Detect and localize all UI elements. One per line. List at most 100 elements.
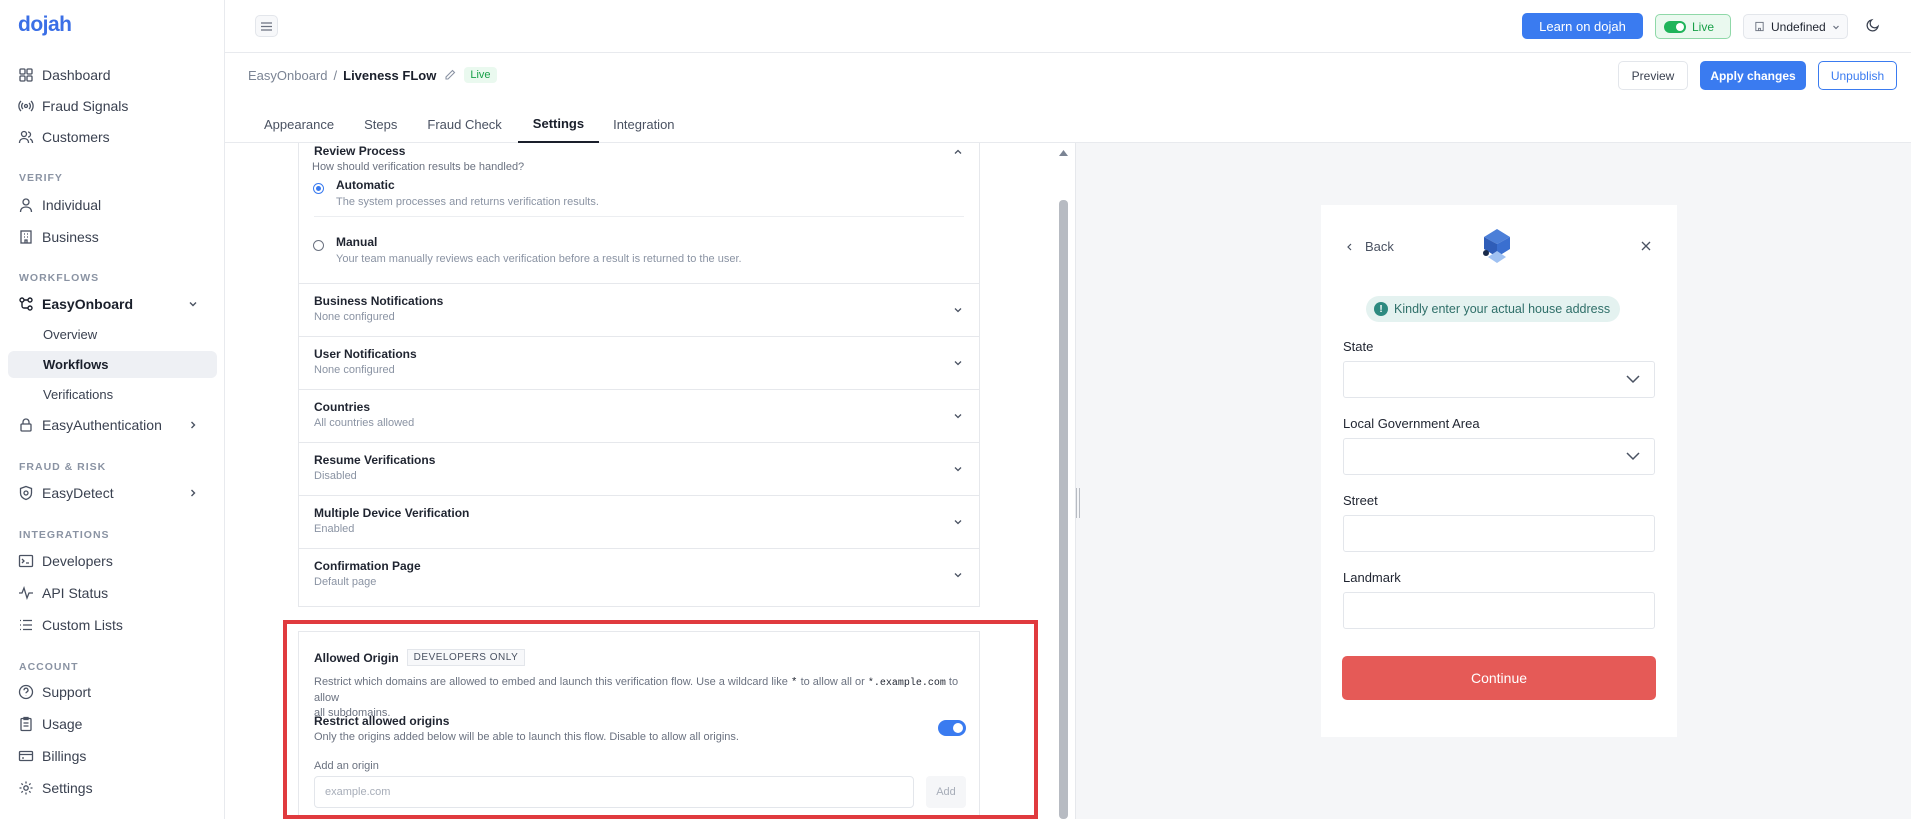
sidebar-item-api-status[interactable]: API Status [8,579,217,607]
section-multiple-device-verification[interactable]: Multiple Device Verification Enabled [299,495,979,548]
resize-handle[interactable] [1076,488,1080,518]
chevron-down-icon [954,414,962,419]
sidebar-item-easyauthentication[interactable]: EasyAuthentication [8,411,217,439]
sidebar-item-fraud-signals[interactable]: Fraud Signals [8,92,217,120]
users-icon [18,130,34,144]
section-business-notifications[interactable]: Business Notifications None configured [299,283,979,336]
tab-integration[interactable]: Integration [601,106,686,143]
manual-label: Manual [336,235,378,249]
back-button[interactable]: Back [1345,239,1394,254]
sidebar-item-custom-lists[interactable]: Custom Lists [8,611,217,639]
landmark-label: Landmark [1343,570,1401,585]
section-resume-verifications[interactable]: Resume Verifications Disabled [299,442,979,495]
status-badge: Live [464,67,497,83]
environment-select[interactable]: Undefined [1743,14,1848,39]
unpublish-button[interactable]: Unpublish [1818,61,1897,90]
chevron-down-icon [954,467,962,472]
crumb-root[interactable]: EasyOnboard [248,68,328,83]
sidebar-item-usage[interactable]: Usage [8,710,217,738]
chevron-down-icon [189,302,197,307]
sidebar-item-individual[interactable]: Individual [8,191,217,219]
sidebar-item-settings[interactable]: Settings [8,774,217,802]
apply-changes-button[interactable]: Apply changes [1700,61,1806,90]
tab-appearance[interactable]: Appearance [252,106,346,143]
sidebar: dojah Dashboard Fraud Signals Customers … [0,0,225,819]
sidebar-item-easydetect[interactable]: EasyDetect [8,479,217,507]
lock-icon [20,418,32,432]
help-icon [18,684,34,700]
learn-on-dojah-button[interactable]: Learn on dojah [1522,13,1643,39]
pulse-icon [19,586,33,600]
lga-select[interactable] [1343,438,1655,475]
workflow-name: Liveness FLow [343,67,437,83]
dojah-logo[interactable]: dojah [18,13,72,37]
chevron-left-icon [1347,243,1352,250]
lga-label: Local Government Area [1343,416,1480,431]
live-mode-toggle[interactable]: Live [1655,14,1731,39]
pencil-icon[interactable] [444,69,456,81]
section-user-notifications[interactable]: User Notifications None configured [299,336,979,389]
terminal-icon [18,554,34,568]
sidebar-item-customers[interactable]: Customers [8,123,217,151]
scroll-up-icon[interactable] [1058,149,1069,157]
review-question: How should verification results be handl… [312,161,525,173]
scrollbar-thumb[interactable] [1059,200,1068,819]
chevron-down-icon [954,361,962,366]
close-icon[interactable] [1641,241,1651,251]
sidebar-sub-workflows[interactable]: Workflows [8,351,217,378]
settings-card: Review Process How should verification r… [298,143,980,607]
sidebar-item-support[interactable]: Support [8,678,217,706]
preview-button[interactable]: Preview [1618,61,1688,90]
chevron-down-icon [954,308,962,313]
shield-icon [19,485,33,501]
gear-icon [19,781,33,795]
street-label: Street [1343,493,1378,508]
automatic-label: Automatic [336,178,395,192]
house-illustration [1483,229,1510,263]
sidebar-item-business[interactable]: Business [8,223,217,251]
tab-steps[interactable]: Steps [352,106,409,143]
building-icon [20,230,32,244]
menu-toggle-button[interactable] [255,15,278,37]
chevron-up-icon[interactable] [952,146,964,158]
radio-manual[interactable] [313,240,324,251]
manual-desc: Your team manually reviews each verifica… [336,253,742,265]
section-integrations: INTEGRATIONS [19,529,110,541]
sidebar-sub-overview[interactable]: Overview [8,321,217,348]
chevron-down-icon [1832,25,1839,29]
sidebar-item-dashboard[interactable]: Dashboard [8,61,217,89]
credit-card-icon [18,750,34,762]
chevron-right-icon [191,421,196,429]
scrollbar[interactable] [1058,143,1069,819]
building-icon [1755,21,1764,32]
address-notice: ! Kindly enter your actual house address [1366,296,1621,322]
tab-fraud-check[interactable]: Fraud Check [415,106,513,143]
top-bar: Learn on dojah Live Undefined [225,0,1911,53]
section-confirmation-page[interactable]: Confirmation Page Default page [299,548,979,601]
continue-button[interactable]: Continue [1342,656,1656,700]
state-select[interactable] [1343,361,1655,398]
section-workflows: WORKFLOWS [19,272,100,284]
chevron-down-icon [1626,452,1640,461]
sidebar-item-developers[interactable]: Developers [8,547,217,575]
landmark-input[interactable] [1343,592,1655,629]
highlight-box [283,620,1038,819]
chevron-down-icon [1626,375,1640,384]
sidebar-sub-verifications[interactable]: Verifications [8,381,217,408]
radio-automatic[interactable] [313,183,324,194]
chevron-down-icon [954,520,962,525]
section-countries[interactable]: Countries All countries allowed [299,389,979,442]
workflow-icon [19,297,33,311]
street-input[interactable] [1343,515,1655,552]
sidebar-item-easyonboard[interactable]: EasyOnboard [8,290,217,318]
chevron-right-icon [191,489,196,497]
moon-icon[interactable] [1865,17,1881,33]
review-process-title: Review Process [314,144,406,158]
sidebar-item-billings[interactable]: Billings [8,742,217,770]
list-icon [20,619,32,631]
preview-card: Back ! Kindly enter your actual house ad… [1321,205,1677,737]
signal-icon [18,100,34,112]
tab-settings[interactable]: Settings [517,106,600,143]
chevron-down-icon [954,573,962,578]
tab-bar: Appearance Steps Fraud Check Settings In… [250,106,687,143]
